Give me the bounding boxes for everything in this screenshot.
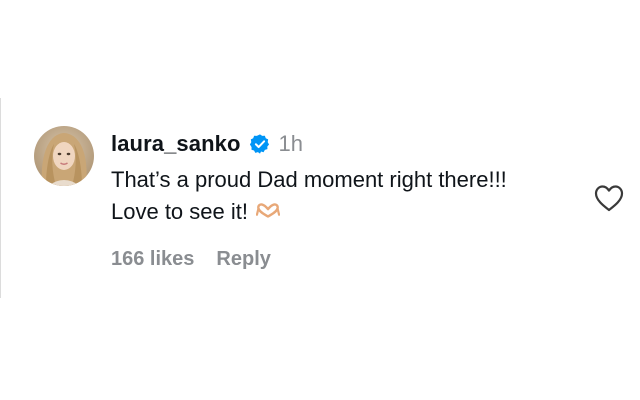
comment-actions: 166 likes Reply (111, 248, 271, 271)
left-divider (0, 98, 1, 298)
heart-outline-icon[interactable] (594, 184, 624, 212)
likes-count[interactable]: 166 likes (111, 248, 194, 271)
heart-hands-emoji (255, 203, 280, 218)
comment-timestamp[interactable]: 1h (279, 131, 303, 157)
verified-badge-icon (249, 134, 269, 154)
comment-text-block: That’s a proud Dad moment right there!!!… (111, 164, 531, 228)
comment: laura_sanko 1h That’s a proud Dad moment… (34, 126, 624, 286)
comment-content: laura_sanko 1h That’s a proud Dad moment… (111, 126, 551, 270)
reply-button[interactable]: Reply (216, 248, 270, 271)
comment-text: That’s a proud Dad moment right there!!!… (111, 167, 507, 224)
avatar[interactable] (34, 126, 94, 186)
comment-meta: laura_sanko 1h (111, 126, 551, 162)
username-link[interactable]: laura_sanko (111, 131, 241, 157)
avatar-image (34, 126, 94, 186)
